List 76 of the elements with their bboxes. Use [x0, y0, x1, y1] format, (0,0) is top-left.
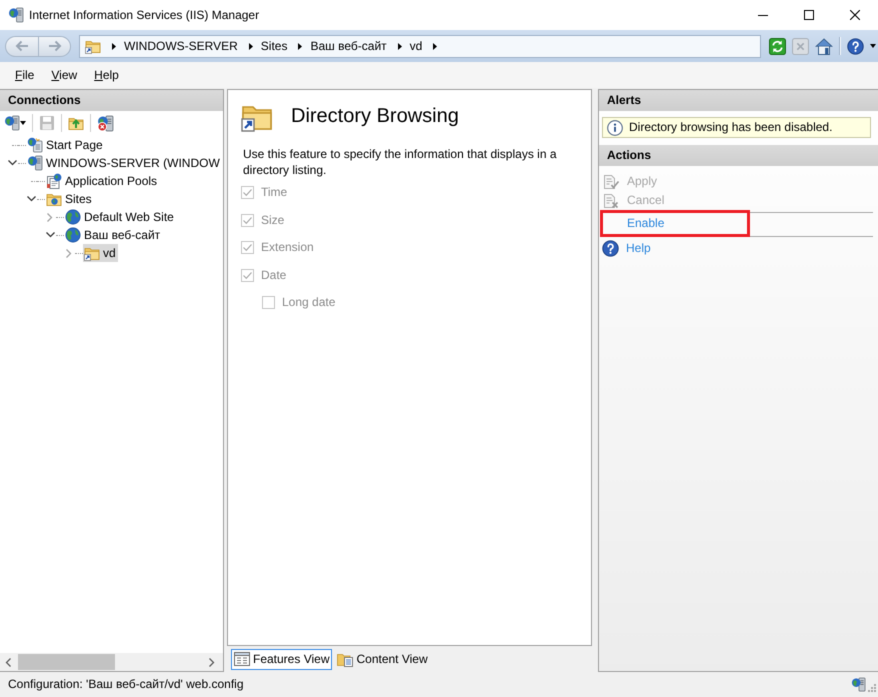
chevron-right-icon[interactable]: [47, 212, 53, 222]
server-globe-icon: [851, 677, 866, 692]
minimize-icon: [758, 14, 768, 16]
action-link[interactable]: Help: [602, 239, 873, 258]
help-icon[interactable]: [847, 38, 864, 54]
feature-description: Use this feature to specify the information that displays in a directory listing.: [243, 146, 558, 178]
breadcrumb-arrow-icon: [112, 42, 116, 50]
breadcrumb-arrow-icon: [433, 42, 438, 50]
checkbox-label: Date: [261, 268, 286, 283]
page-check-icon: [602, 174, 620, 190]
chevron-left-icon[interactable]: [5, 658, 11, 666]
globe-page-icon: [27, 137, 43, 153]
server-globe-icon: [27, 155, 43, 171]
grid-window-icon: [234, 651, 250, 667]
folder-globe-icon: [46, 191, 62, 207]
close-icon: [850, 10, 860, 20]
address-bar[interactable]: WINDOWS-SERVER Sites Ваш веб-сайт vd: [79, 34, 761, 58]
tree-item[interactable]: Sites: [45, 190, 94, 208]
menu-item[interactable]: Help: [88, 66, 125, 84]
view-tab[interactable]: Features View: [231, 648, 332, 670]
checkbox-label: Long date: [282, 295, 336, 310]
chevron-right-icon[interactable]: [209, 658, 215, 666]
breadcrumb-item[interactable]: Sites: [260, 38, 288, 54]
window-title: Internet Information Services (IIS) Manager: [29, 8, 260, 22]
menu-item[interactable]: File: [9, 66, 40, 84]
panel-header: Actions: [599, 145, 878, 166]
info-icon: [607, 120, 623, 136]
chevron-right-icon[interactable]: [66, 248, 72, 258]
action-link[interactable]: Enable: [603, 214, 747, 233]
chevron-down-icon[interactable]: [8, 160, 16, 166]
refresh-icon[interactable]: [769, 38, 786, 54]
tree-item[interactable]: Start Page: [26, 136, 105, 154]
help-icon: [602, 240, 619, 257]
breadcrumb-arrow-icon: [398, 42, 402, 50]
checkbox-label: Size: [261, 212, 284, 228]
caret-icon[interactable]: [20, 121, 26, 125]
maximize-icon: [804, 10, 814, 20]
tree-item[interactable]: Default Web Site: [64, 208, 176, 226]
folder-page-icon: [337, 651, 354, 667]
folder-shortcut-icon: [84, 245, 100, 261]
checkbox-label: Extension: [261, 240, 314, 256]
breadcrumb-item[interactable]: Ваш веб-сайт: [310, 38, 387, 54]
tree-item[interactable]: Ваш веб-сайт: [64, 226, 162, 244]
arrow-right-icon: [48, 40, 62, 52]
breadcrumb-arrow-icon: [298, 42, 302, 50]
folder-up-arrow-icon[interactable]: [68, 115, 84, 131]
tree-item[interactable]: vd: [83, 244, 118, 262]
caret-icon[interactable]: [870, 44, 876, 48]
server-globe-icon: [8, 7, 24, 23]
menu-item[interactable]: View: [45, 66, 84, 84]
resize-grip-icon[interactable]: [868, 684, 876, 692]
globe-icon: [65, 227, 81, 243]
globe-server-icon[interactable]: [4, 115, 20, 131]
alert-text: Directory browsing has been disabled.: [629, 120, 832, 135]
globe-icon: [65, 209, 81, 225]
feature-title: Directory Browsing: [291, 104, 459, 128]
globe-disconnect-icon[interactable]: [97, 114, 114, 132]
chevron-down-icon[interactable]: [46, 232, 54, 238]
chevron-down-icon[interactable]: [26, 196, 36, 202]
breadcrumb-item[interactable]: vd: [410, 38, 422, 54]
page-cross-icon: [602, 192, 620, 208]
folder-shortcut-icon: [85, 38, 101, 54]
panel-header: Connections: [0, 90, 223, 111]
horizontal-scrollbar[interactable]: [0, 653, 223, 671]
status-text: Configuration: 'Ваш веб-сайт/vd' web.config: [8, 677, 244, 692]
panel-header: Alerts: [599, 90, 878, 111]
arrow-left-icon: [15, 40, 29, 52]
home-icon[interactable]: [815, 38, 833, 54]
tree-item[interactable]: WINDOWS-SERVER (WINDOW: [26, 154, 222, 172]
breadcrumb-arrow-icon: [248, 42, 253, 50]
tree-item[interactable]: Application Pools: [45, 172, 160, 190]
scrollbar-thumb[interactable]: [18, 654, 115, 670]
view-tab[interactable]: Content View: [334, 648, 431, 670]
checkbox-label: Time: [261, 185, 288, 200]
pages-globe-icon: [46, 173, 62, 189]
breadcrumb-item[interactable]: WINDOWS-SERVER: [124, 38, 238, 54]
